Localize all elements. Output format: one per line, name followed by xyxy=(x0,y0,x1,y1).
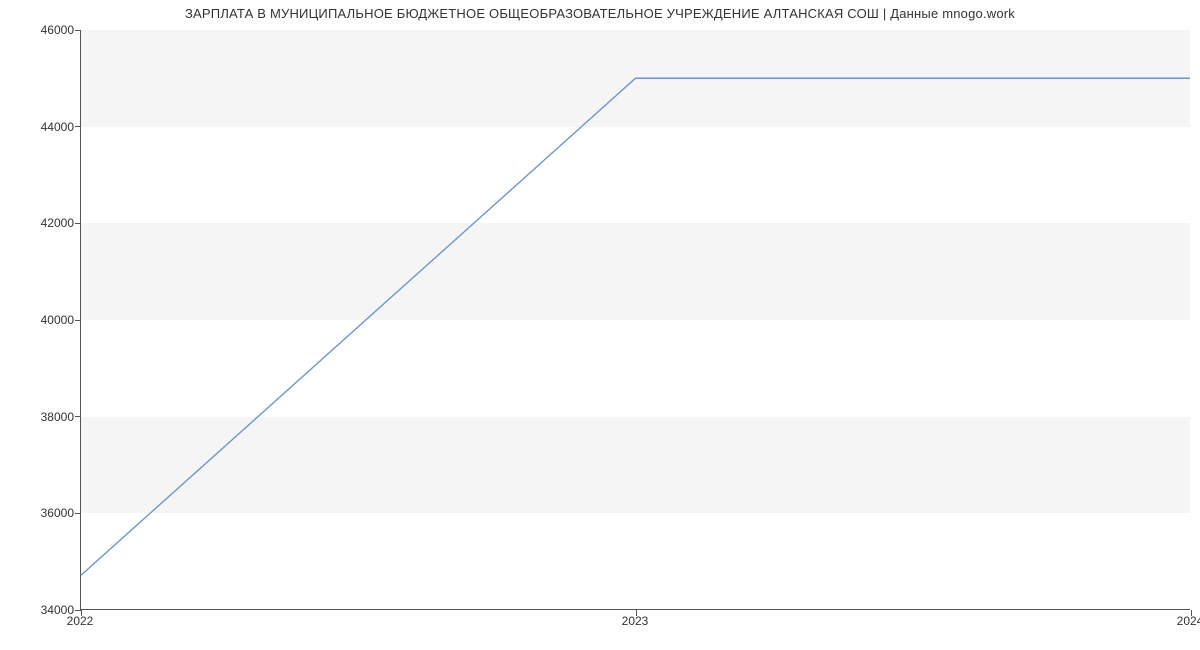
x-tick-label: 2023 xyxy=(622,614,649,628)
y-tick-label: 42000 xyxy=(41,216,74,230)
line-series xyxy=(81,30,1190,609)
data-line xyxy=(81,78,1190,575)
chart-title: ЗАРПЛАТА В МУНИЦИПАЛЬНОЕ БЮДЖЕТНОЕ ОБЩЕО… xyxy=(0,6,1200,21)
y-tick xyxy=(75,30,81,31)
y-tick-label: 40000 xyxy=(41,313,74,327)
plot-area xyxy=(80,30,1190,610)
y-tick-label: 38000 xyxy=(41,410,74,424)
y-tick xyxy=(75,513,81,514)
x-tick-label: 2024 xyxy=(1177,614,1200,628)
y-tick xyxy=(75,416,81,417)
y-tick-label: 44000 xyxy=(41,120,74,134)
y-tick-label: 46000 xyxy=(41,23,74,37)
x-tick-label: 2022 xyxy=(67,614,94,628)
y-tick xyxy=(75,320,81,321)
y-tick xyxy=(75,126,81,127)
y-tick xyxy=(75,223,81,224)
salary-chart: ЗАРПЛАТА В МУНИЦИПАЛЬНОЕ БЮДЖЕТНОЕ ОБЩЕО… xyxy=(0,0,1200,650)
y-tick-label: 36000 xyxy=(41,506,74,520)
